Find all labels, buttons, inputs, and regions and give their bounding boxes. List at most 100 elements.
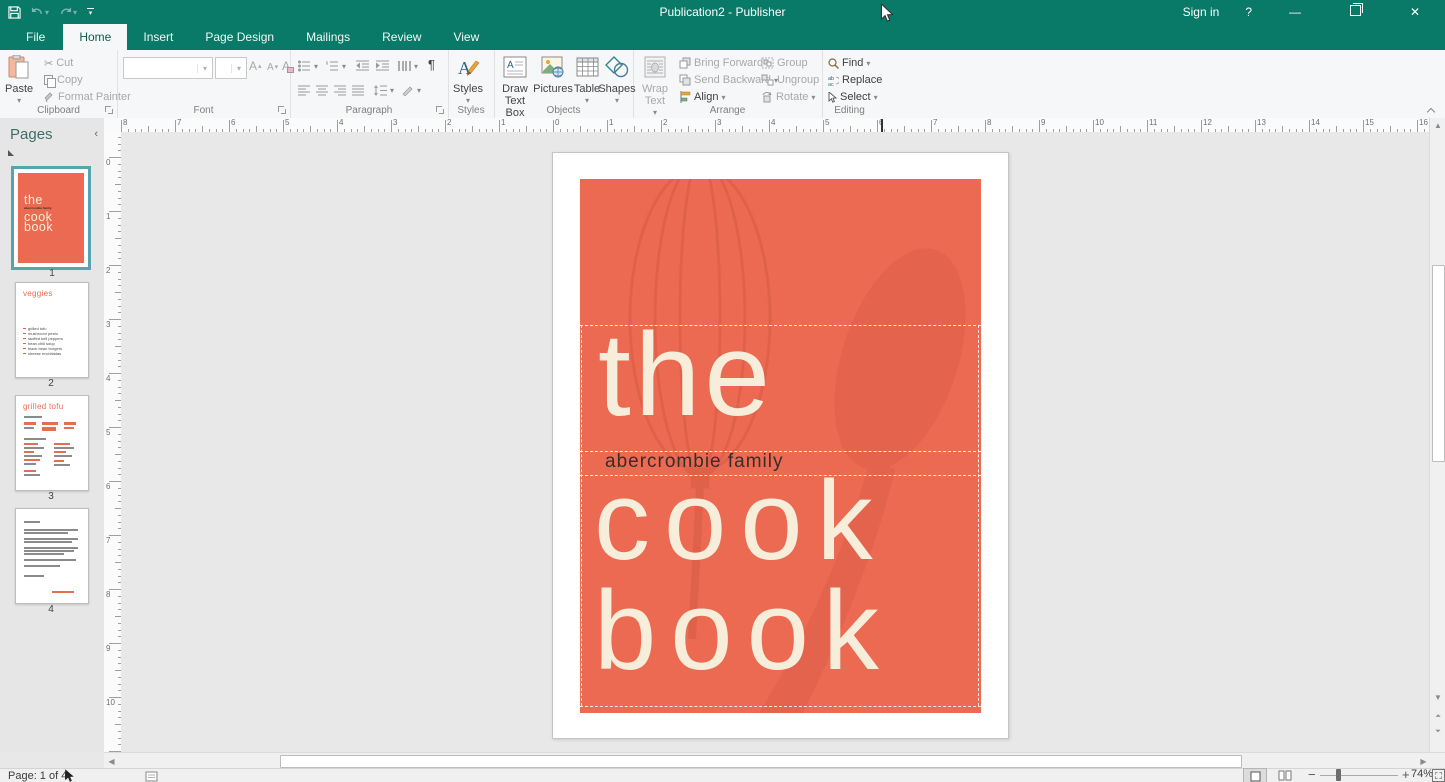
vertical-scroll-thumb[interactable] <box>1432 265 1445 462</box>
tab-mailings[interactable]: Mailings <box>290 24 366 50</box>
collapse-pages-panel-button[interactable]: ‹ <box>94 128 98 140</box>
paragraph-dialog-launcher[interactable] <box>436 106 445 115</box>
restore-button[interactable] <box>1325 0 1385 24</box>
ungroup-button[interactable]: Ungroup <box>761 72 819 88</box>
page-thumbnail-1-selected[interactable]: the abercrombie family cook book <box>11 166 91 270</box>
paste-icon <box>6 54 32 80</box>
tab-view[interactable]: View <box>437 24 495 50</box>
zoom-out-button[interactable]: − <box>1308 767 1316 782</box>
ribbon-group-arrange: Wrap Text ▾ Bring Forward▾ Send Backward… <box>633 50 823 118</box>
tab-home[interactable]: Home <box>63 24 127 50</box>
page-1-number: 1 <box>14 268 90 279</box>
align-center-button[interactable] <box>316 82 328 98</box>
line-spacing-button[interactable]: ▾ <box>374 82 394 98</box>
page-thumbnail-4[interactable] <box>15 508 89 604</box>
align-right-button[interactable] <box>334 82 346 98</box>
status-bar: Page: 1 of 4 − + 74% <box>0 768 1445 782</box>
cover-background[interactable]: the abercrombie family cook book <box>580 179 981 713</box>
numbering-button[interactable]: ▾ <box>326 58 346 74</box>
styles-button[interactable]: A Styles ▾ <box>453 52 483 107</box>
align-left-button[interactable] <box>298 82 310 98</box>
page-thumbnail-3[interactable]: grilled tofu <box>15 395 89 491</box>
shading-button[interactable]: ▾ <box>402 82 421 98</box>
grow-font-button[interactable]: A▴ <box>249 58 262 74</box>
increase-indent-button[interactable] <box>376 58 389 74</box>
pictures-button[interactable]: Pictures <box>536 52 570 95</box>
bring-forward-button[interactable]: Bring Forward▾ <box>679 55 770 71</box>
single-page-view-button[interactable] <box>1243 768 1267 782</box>
pages-panel-title: Pages <box>10 126 53 143</box>
shading-icon <box>402 85 414 96</box>
cut-button[interactable]: ✂ Cut <box>44 55 73 71</box>
clear-formatting-button[interactable]: A <box>282 58 290 74</box>
ribbon-group-paragraph: ▾ ▾ ▾ ¶ <box>290 50 449 118</box>
tab-insert[interactable]: Insert <box>127 24 189 50</box>
objects-group-label: Objects <box>494 105 633 116</box>
vertical-ruler[interactable]: 01234567891011 <box>104 132 122 752</box>
next-page-button[interactable]: ⏷ <box>1430 725 1445 739</box>
select-button[interactable]: Select▾ <box>828 89 878 105</box>
zoom-slider-track[interactable] <box>1320 775 1398 776</box>
align-center-icon <box>316 85 328 96</box>
cover-title-line1[interactable]: the <box>598 319 774 431</box>
close-button[interactable]: ✕ <box>1385 0 1445 24</box>
scroll-right-button[interactable]: ▶ <box>1416 753 1431 769</box>
align-button[interactable]: Align▾ <box>679 89 725 105</box>
align-left-icon <box>298 85 310 96</box>
table-button[interactable]: Table ▾ <box>572 52 602 107</box>
cover-title-line3[interactable]: book <box>594 571 893 691</box>
font-dialog-launcher[interactable] <box>278 106 287 115</box>
scroll-down-button[interactable]: ▼ <box>1430 690 1445 705</box>
tab-page-design[interactable]: Page Design <box>189 24 290 50</box>
clipboard-group-label: Clipboard <box>0 105 117 116</box>
justify-button[interactable] <box>352 82 364 98</box>
styles-icon: A <box>455 54 481 80</box>
find-button[interactable]: Find▾ <box>828 55 870 71</box>
horizontal-scroll-thumb[interactable] <box>280 755 1242 768</box>
scroll-left-button[interactable]: ◀ <box>104 753 119 769</box>
pages-panel-expander-icon[interactable] <box>8 150 14 156</box>
previous-page-button[interactable]: ⏶ <box>1430 710 1445 724</box>
decrease-indent-button[interactable] <box>356 58 369 74</box>
two-page-view-button[interactable] <box>1274 768 1296 782</box>
page-thumbnail-2[interactable]: veggies grilled tofumushroom pestostuffe… <box>15 282 89 378</box>
rotate-button[interactable]: Rotate▾ <box>761 89 815 105</box>
justify-icon <box>352 85 364 96</box>
vertical-scrollbar[interactable]: ▲ ▼ ⏶ ⏷ <box>1429 118 1445 752</box>
replace-button[interactable]: abac Replace <box>828 72 882 88</box>
minimize-button[interactable]: — <box>1265 0 1325 24</box>
horizontal-scrollbar[interactable]: ◀ ▶ <box>104 752 1445 769</box>
zoom-percentage[interactable]: 74% <box>1411 768 1433 780</box>
document-page[interactable]: the abercrombie family cook book <box>552 152 1009 739</box>
replace-icon: abac <box>828 75 839 86</box>
cover-title-line2[interactable]: cook <box>594 461 887 581</box>
font-size-combobox[interactable]: ▾ <box>215 57 247 79</box>
ribbon-group-editing: Find▾ abac Replace Select▾ Editing <box>822 50 877 118</box>
ribbon: Paste ▾ ✂ Cut Copy Format Painter Clipbo… <box>0 50 1445 119</box>
zoom-slider-thumb[interactable] <box>1336 769 1341 781</box>
help-button[interactable]: ? <box>1232 0 1265 24</box>
page-indicator[interactable]: Page: 1 of 4 <box>8 770 67 782</box>
font-name-combobox[interactable]: ▾ <box>123 57 213 79</box>
rotate-icon <box>761 91 773 103</box>
clipboard-dialog-launcher[interactable] <box>105 106 114 115</box>
zoom-in-button[interactable]: + <box>1402 767 1410 782</box>
workspace[interactable]: the abercrombie family cook book <box>121 132 1429 752</box>
shrink-font-button[interactable]: A▾ <box>267 59 278 75</box>
tab-file[interactable]: File <box>8 24 63 50</box>
shapes-button[interactable]: Shapes ▾ <box>602 52 632 107</box>
page-3-number: 3 <box>13 491 89 502</box>
fit-page-button[interactable] <box>1432 769 1445 782</box>
group-button[interactable]: Group <box>761 55 808 71</box>
special-characters-button[interactable]: ¶ <box>428 56 435 72</box>
line-spacing-icon <box>374 85 387 96</box>
sign-in-link[interactable]: Sign in <box>1170 0 1233 24</box>
paste-button[interactable]: Paste ▾ <box>5 52 33 107</box>
columns-button[interactable]: ▾ <box>398 58 418 74</box>
bullets-button[interactable]: ▾ <box>298 58 318 74</box>
scroll-up-button[interactable]: ▲ <box>1430 118 1445 133</box>
collapse-ribbon-button[interactable] <box>1427 106 1435 114</box>
horizontal-ruler[interactable]: 87654321012345678910111213141516 <box>121 118 1429 133</box>
tab-review[interactable]: Review <box>366 24 437 50</box>
copy-button[interactable]: Copy <box>44 72 83 88</box>
